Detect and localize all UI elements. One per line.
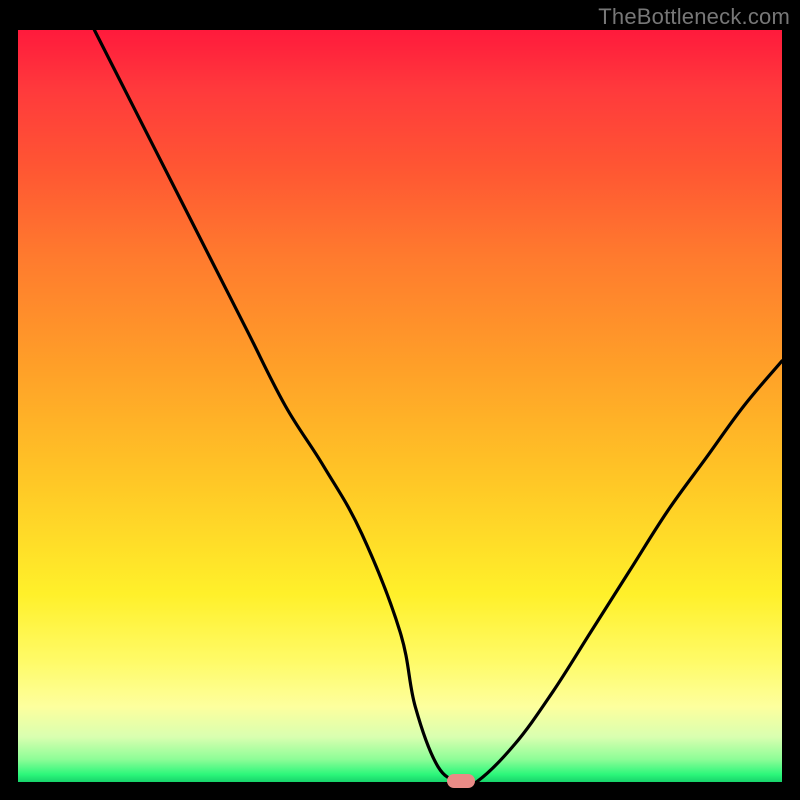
plot-container <box>18 30 782 782</box>
optimal-point-marker <box>447 774 475 788</box>
bottleneck-curve <box>18 30 782 782</box>
watermark-label: TheBottleneck.com <box>598 4 790 30</box>
chart-frame: TheBottleneck.com <box>0 0 800 800</box>
